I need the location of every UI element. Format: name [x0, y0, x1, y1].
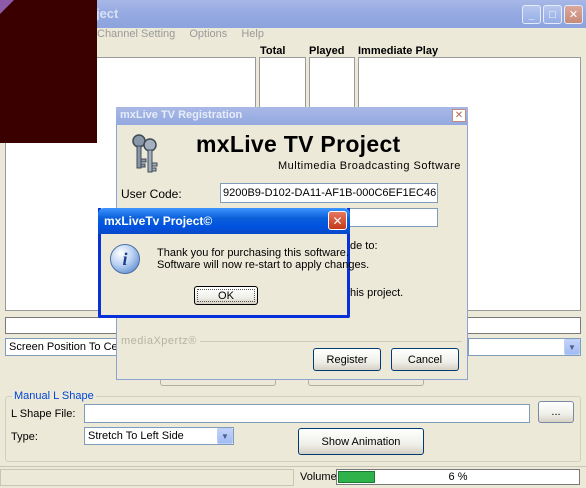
- cancel-button[interactable]: Cancel: [391, 348, 459, 371]
- column-header-played: Played: [309, 45, 345, 57]
- menu-bar: Channel Setting Options Help: [97, 28, 275, 46]
- ok-button[interactable]: OK: [194, 286, 258, 305]
- user-code-label: User Code:: [121, 187, 182, 201]
- l-shape-file-label: L Shape File:: [11, 408, 76, 420]
- menu-help[interactable]: Help: [241, 28, 264, 40]
- type-label: Type:: [11, 431, 38, 443]
- registration-close-button[interactable]: ✕: [452, 109, 466, 122]
- corner-decoration: [0, 0, 14, 14]
- l-shape-file-input[interactable]: [84, 404, 530, 423]
- registration-partial-text-1: de to:: [350, 240, 378, 252]
- message-box-title[interactable]: mxLiveTv Project©: [98, 208, 350, 234]
- dark-overlay: [0, 0, 97, 143]
- info-icon: i: [110, 244, 140, 274]
- maximize-button[interactable]: □: [543, 5, 562, 24]
- close-icon: ✕: [454, 110, 464, 121]
- close-button[interactable]: ✕: [564, 5, 583, 24]
- status-panel-left: [0, 469, 294, 486]
- screen-position-value: Screen Position To Centre: [9, 341, 118, 353]
- message-line-2: Software will now re-start to apply chan…: [157, 259, 370, 271]
- maximize-icon: □: [549, 8, 556, 21]
- registration-subheading: Multimedia Broadcasting Software: [278, 160, 461, 172]
- registration-partial-text-2: his project.: [350, 287, 404, 299]
- volume-value: 6 %: [448, 471, 468, 483]
- register-button[interactable]: Register: [313, 348, 381, 371]
- volume-meter: 6 %: [336, 469, 580, 485]
- keys-icon: [128, 133, 162, 175]
- minimize-icon: _: [528, 8, 535, 21]
- screen-position-select[interactable]: Screen Position To Centre: [5, 338, 118, 356]
- chevron-down-icon[interactable]: ▼: [564, 339, 580, 355]
- close-icon: ✕: [568, 9, 579, 21]
- column-header-immediate-play: Immediate Play: [358, 45, 439, 57]
- menu-channel-setting[interactable]: Channel Setting: [97, 28, 175, 40]
- user-code-field[interactable]: 9200B9-D102-DA11-AF1B-000C6EF1EC46: [220, 183, 438, 203]
- message-line-1: Thank you for purchasing this software.: [157, 247, 349, 259]
- separator: [200, 341, 462, 342]
- registration-heading: mxLive TV Project: [196, 131, 401, 157]
- browse-button[interactable]: ...: [538, 401, 574, 423]
- registration-dialog-title[interactable]: mxLive TV Registration: [116, 107, 468, 125]
- manual-l-shape-legend: Manual L Shape: [12, 390, 96, 402]
- chevron-down-icon[interactable]: ▼: [217, 428, 233, 444]
- show-animation-button[interactable]: Show Animation: [298, 428, 424, 455]
- close-icon: ✕: [332, 213, 343, 228]
- company-watermark: mediaXpertz®: [121, 335, 197, 347]
- minimize-button[interactable]: _: [522, 5, 541, 24]
- message-box-close-button[interactable]: ✕: [328, 211, 347, 230]
- column-header-total: Total: [260, 45, 286, 57]
- type-select-value: Stretch To Left Side: [88, 430, 184, 442]
- menu-options[interactable]: Options: [189, 28, 227, 40]
- volume-label: Volume:: [300, 471, 340, 483]
- registration-key-field[interactable]: [346, 208, 438, 227]
- type-select[interactable]: Stretch To Left Side ▼: [84, 427, 234, 445]
- right-select[interactable]: ▼: [468, 338, 581, 356]
